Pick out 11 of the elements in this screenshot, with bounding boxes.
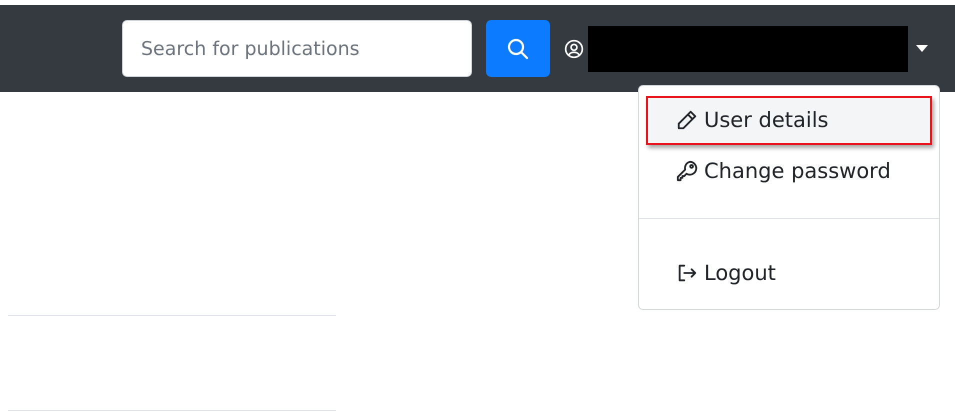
user-menu-toggle[interactable] <box>564 24 928 74</box>
menu-item[interactable]: Logout <box>646 248 932 298</box>
menu-item[interactable]: Change password <box>646 146 932 196</box>
menu-item[interactable]: User details <box>646 96 932 145</box>
search-button[interactable] <box>486 20 550 77</box>
key-icon <box>676 160 698 182</box>
search-icon <box>506 36 530 60</box>
user-circle-icon <box>564 38 584 58</box>
caret-icon <box>916 45 928 52</box>
search-field[interactable]: Search for publications <box>122 20 472 77</box>
pencil-icon <box>676 109 698 132</box>
